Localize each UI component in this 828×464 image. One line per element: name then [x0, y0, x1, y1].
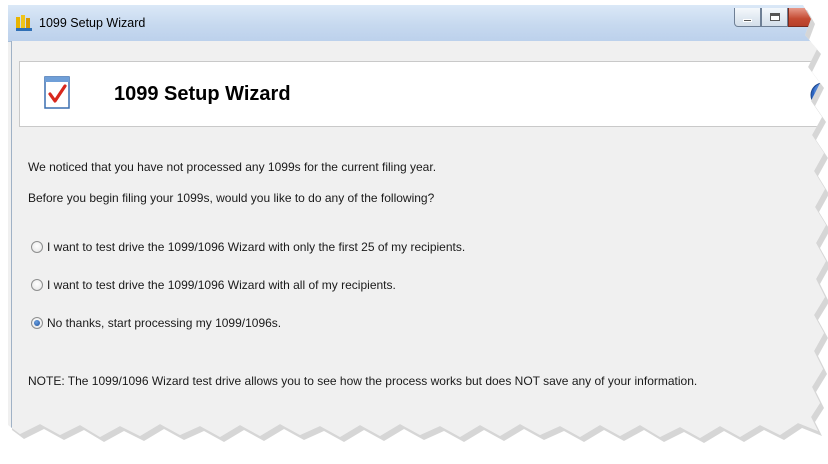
page-title: 1099 Setup Wizard — [114, 83, 291, 105]
window-title: 1099 Setup Wizard — [39, 16, 146, 30]
option-no-thanks[interactable]: No thanks, start processing my 1099/1096… — [31, 316, 281, 330]
note-text: NOTE: The 1099/1096 Wizard test drive al… — [28, 374, 698, 388]
minimize-button[interactable] — [734, 8, 761, 27]
1099-app-icon — [16, 15, 34, 31]
option-test-all[interactable]: I want to test drive the 1099/1096 Wizar… — [31, 278, 396, 292]
radio-button-selected[interactable] — [31, 317, 43, 329]
wizard-window: 1099 Setup Wizard 1099 Setup Wizard ? We… — [8, 5, 828, 439]
minimize-icon — [743, 19, 752, 22]
intro-text: We noticed that you have not processed a… — [28, 160, 437, 174]
option-label: I want to test drive the 1099/1096 Wizar… — [47, 278, 396, 292]
wizard-client-area: 1099 Setup Wizard ? We noticed that you … — [11, 41, 828, 439]
maximize-icon — [770, 13, 780, 21]
option-label: No thanks, start processing my 1099/1096… — [47, 316, 282, 330]
maximize-button[interactable] — [761, 8, 788, 27]
radio-button[interactable] — [31, 279, 43, 291]
option-label: I want to test drive the 1099/1096 Wizar… — [47, 240, 466, 254]
wizard-header: 1099 Setup Wizard ? — [19, 61, 828, 127]
title-bar[interactable]: 1099 Setup Wizard — [8, 5, 828, 42]
radio-button[interactable] — [31, 241, 43, 253]
checklist-document-icon — [44, 76, 72, 110]
option-test-first-25[interactable]: I want to test drive the 1099/1096 Wizar… — [31, 240, 465, 254]
question-text: Before you begin filing your 1099s, woul… — [28, 191, 435, 205]
